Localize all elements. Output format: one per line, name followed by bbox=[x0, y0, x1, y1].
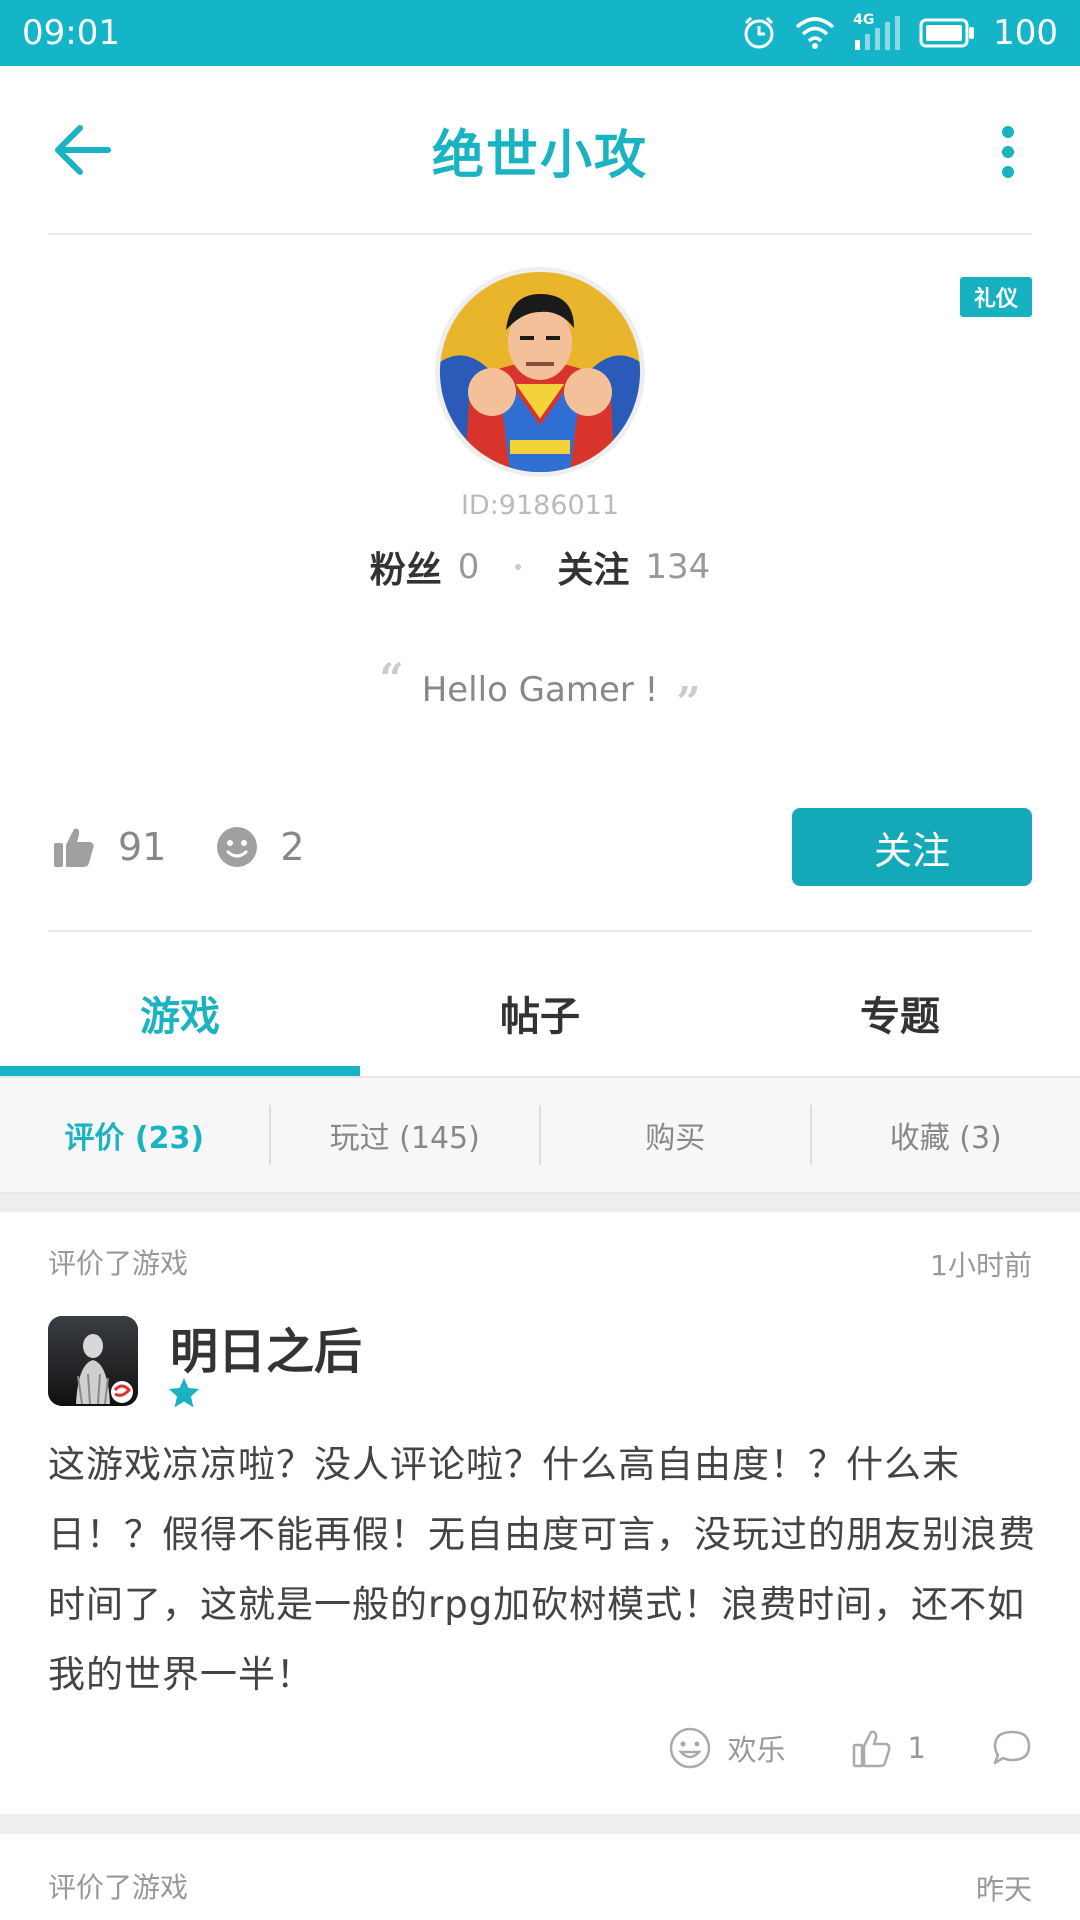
battery-icon bbox=[919, 18, 975, 48]
active-tab-indicator bbox=[0, 1066, 360, 1076]
etiquette-badge[interactable]: 礼仪 bbox=[960, 277, 1032, 317]
review-time-2: 昨天 bbox=[975, 1873, 1032, 1906]
review-action-label-2: 评价了游戏 bbox=[48, 1871, 189, 1904]
comment-bubble-icon bbox=[993, 1730, 1031, 1765]
subtab-favorites[interactable]: 收藏 (3) bbox=[809, 1105, 1080, 1165]
signature-text: Hello Gamer ! bbox=[421, 670, 659, 710]
page-title: 绝世小攻 bbox=[431, 125, 648, 186]
back-arrow-icon[interactable] bbox=[52, 122, 112, 178]
follow-button[interactable]: 关注 bbox=[792, 808, 1032, 886]
review-like-count: 1 bbox=[907, 1731, 926, 1765]
fans-count[interactable]: 0 bbox=[458, 547, 480, 587]
wifi-icon bbox=[795, 17, 835, 49]
section-divider bbox=[48, 930, 1032, 932]
fans-label[interactable]: 粉丝 bbox=[370, 541, 442, 593]
subtab-played[interactable]: 玩过 (145) bbox=[268, 1105, 540, 1165]
review-time: 1小时前 bbox=[930, 1249, 1032, 1282]
mood-label: 欢乐 bbox=[727, 1733, 786, 1767]
battery-level: 100 bbox=[993, 13, 1058, 53]
following-label[interactable]: 关注 bbox=[557, 541, 629, 593]
tab-topics[interactable]: 专题 bbox=[720, 950, 1080, 1076]
status-bar: 09:01 4G 100 bbox=[0, 0, 1080, 66]
likes-count-item[interactable]: 91 bbox=[52, 825, 166, 869]
game-icon[interactable] bbox=[48, 1316, 138, 1406]
review-text[interactable]: 这游戏凉凉啦？没人评论啦？什么高自由度！？什么末日！？假得不能再假！无自由度可言… bbox=[48, 1430, 1038, 1710]
separator-dot bbox=[515, 564, 522, 570]
review-action-label: 评价了游戏 bbox=[48, 1247, 189, 1280]
profile-reactions: 91 2 bbox=[52, 812, 355, 882]
open-quote-icon: “ bbox=[379, 653, 404, 703]
status-time: 09:01 bbox=[22, 13, 120, 53]
review-card[interactable]: 评价了游戏 1小时前 明日之后 这游戏凉凉啦？没人评论啦？什么高自由度！？什么末… bbox=[0, 1212, 1080, 1814]
thumbs-up-icon bbox=[54, 828, 94, 867]
avatar[interactable] bbox=[435, 267, 645, 477]
tab-posts[interactable]: 帖子 bbox=[360, 950, 720, 1076]
emote-count: 2 bbox=[280, 825, 305, 869]
signature: “ Hello Gamer ! ” bbox=[0, 654, 1080, 727]
alarm-icon bbox=[744, 16, 774, 49]
signal-icon: 4G bbox=[853, 12, 901, 50]
subtab-reviews[interactable]: 评价 (23) bbox=[0, 1105, 269, 1165]
likes-count: 91 bbox=[118, 825, 167, 869]
review-like-button[interactable]: 1 bbox=[852, 1728, 926, 1768]
subtab-purchased[interactable]: 购买 bbox=[539, 1105, 810, 1165]
star-rating-icon bbox=[169, 1378, 199, 1408]
section-gap-2 bbox=[0, 1814, 1080, 1834]
app-header: 绝世小攻 bbox=[0, 66, 1080, 234]
review-actions: 欢乐 1 bbox=[602, 1720, 1032, 1776]
section-gap bbox=[0, 1194, 1080, 1212]
main-tabs: 游戏 帖子 专题 bbox=[0, 950, 1080, 1076]
mood-reaction-button[interactable]: 欢乐 bbox=[668, 1726, 786, 1770]
comment-button[interactable] bbox=[992, 1729, 1032, 1767]
follow-stats: 粉丝 0 关注 134 bbox=[0, 542, 1080, 592]
tab-games[interactable]: 游戏 bbox=[0, 950, 360, 1076]
more-vert-icon[interactable] bbox=[996, 124, 1020, 180]
thumbs-up-outline-icon bbox=[852, 1730, 890, 1768]
header-divider bbox=[48, 233, 1032, 235]
sub-tabs: 评价 (23) 玩过 (145) 购买 收藏 (3) bbox=[0, 1078, 1080, 1194]
emote-count-item[interactable]: 2 bbox=[216, 825, 305, 869]
game-title[interactable]: 明日之后 bbox=[170, 1312, 362, 1382]
user-id: ID:9186011 bbox=[460, 490, 620, 521]
close-quote-icon: ” bbox=[676, 677, 701, 727]
status-icons: 4G 100 bbox=[741, 12, 1058, 53]
smiley-icon bbox=[217, 827, 258, 867]
happy-face-icon bbox=[669, 1727, 710, 1769]
following-count[interactable]: 134 bbox=[645, 547, 710, 587]
